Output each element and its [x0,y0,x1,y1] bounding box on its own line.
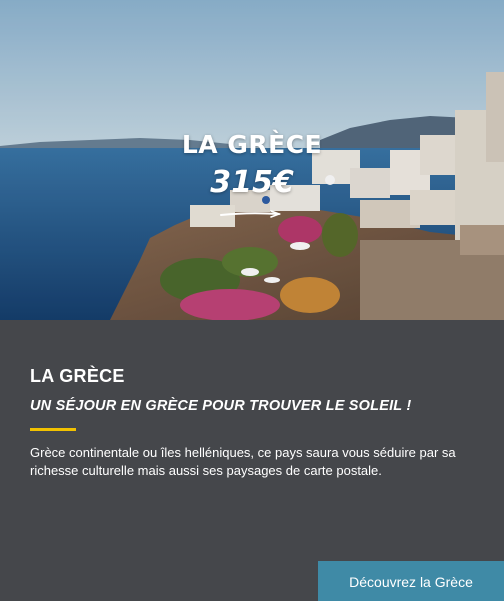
content-panel: LA GRÈCE UN SÉJOUR EN GRÈCE POUR TROUVER… [0,320,504,601]
underline-arrow-icon [220,210,281,218]
panel-description: Grèce continentale ou îles helléniques, … [30,445,456,478]
santorini-landscape [0,0,504,320]
discover-greece-button[interactable]: Découvrez la Grèce [318,561,504,601]
accent-divider [30,428,76,431]
destination-card: LA GRÈCE 315€ LA GRÈCE UN SÉJOUR EN GRÈC… [0,0,504,601]
panel-title: LA GRÈCE [30,366,125,386]
hero-image[interactable]: LA GRÈCE 315€ [0,0,504,320]
panel-subtitle: UN SÉJOUR EN GRÈCE POUR TROUVER LE SOLEI… [30,398,412,414]
